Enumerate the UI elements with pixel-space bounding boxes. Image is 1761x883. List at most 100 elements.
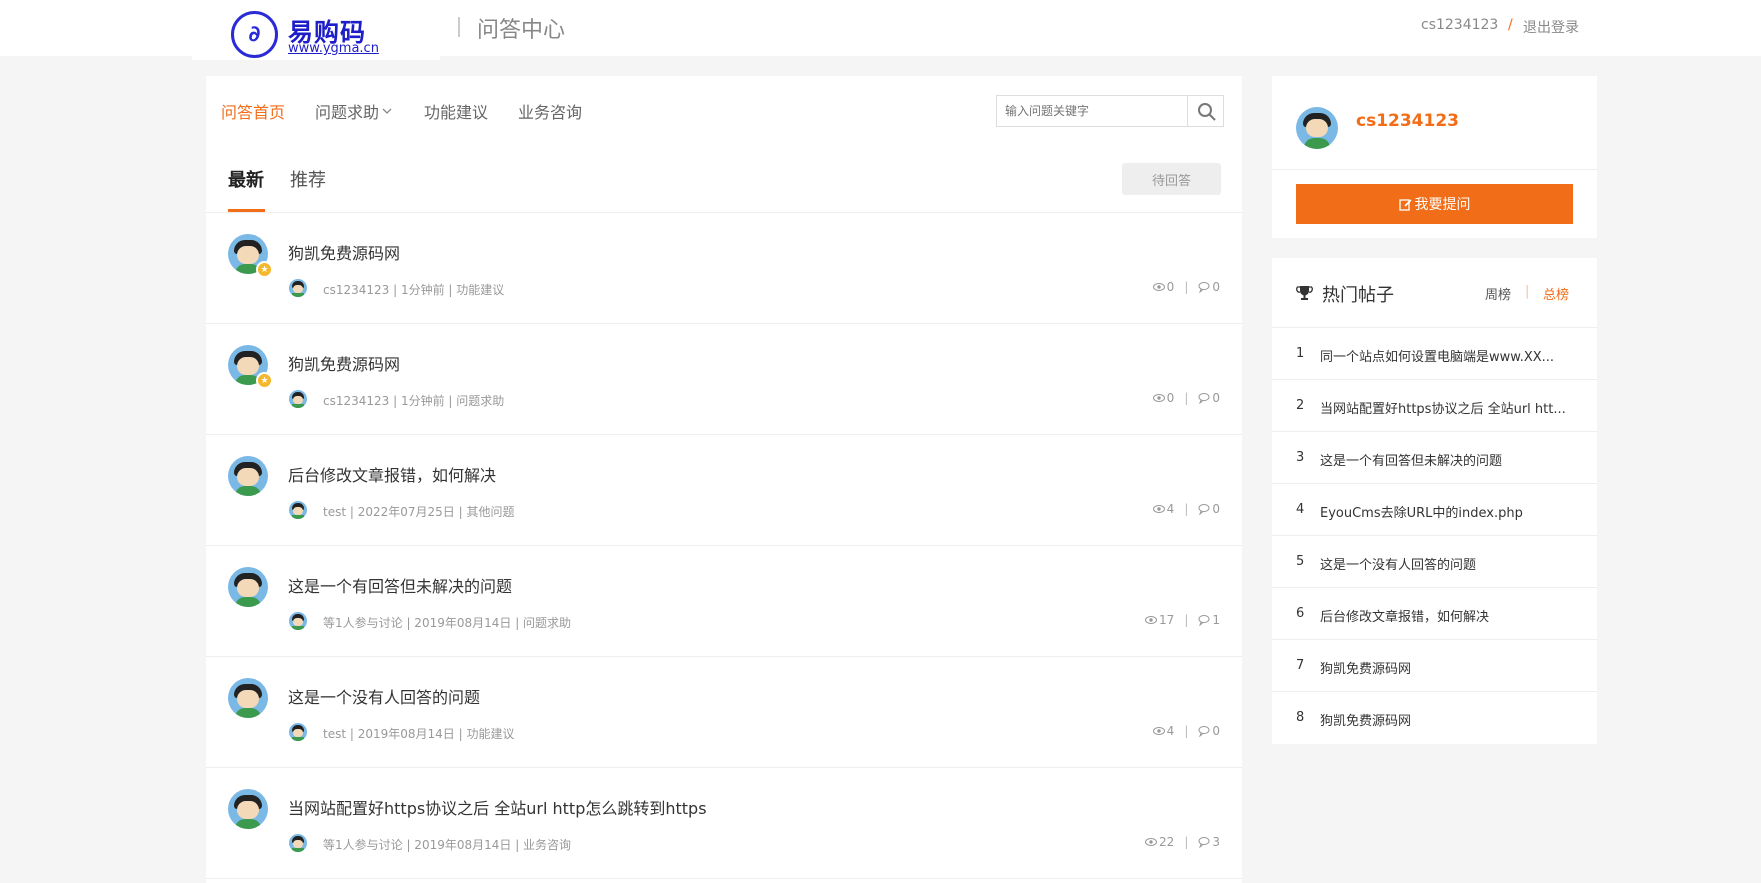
question-row[interactable]: 当网站配置好https协议之后 全站url http怎么跳转到https 等1人… <box>206 768 1242 879</box>
hot-post-item[interactable]: 6 后台修改文章报错，如何解决 <box>1272 588 1597 640</box>
view-count: 17 <box>1159 613 1175 627</box>
eye-icon <box>1152 283 1165 291</box>
question-row[interactable]: ★ 狗凯免费源码网 cs1234123 | 1分钟前 | 问题求助 0 | 0 <box>206 324 1242 435</box>
question-row[interactable]: 后台修改文章报错，如何解决 test | 2022年07月25日 | 其他问题 … <box>206 435 1242 546</box>
answer-count: 0 <box>1212 502 1220 516</box>
hot-post-item[interactable]: 4 EyouCms去除URL中的index.php <box>1272 484 1597 536</box>
nav-consult[interactable]: 业务咨询 <box>518 99 582 123</box>
question-meta: 等1人参与讨论 | 2019年08月14日 | 业务咨询 <box>323 838 572 852</box>
hot-post-title[interactable]: 这是一个有回答但未解决的问题 <box>1320 450 1575 469</box>
eye-icon <box>1145 838 1158 846</box>
view-count: 4 <box>1166 724 1175 738</box>
header-divider <box>458 17 460 37</box>
logo[interactable]: ∂ 易购码 www.ygma.cn <box>192 0 440 60</box>
hot-post-title[interactable]: 同一个站点如何设置电脑端是www.XX... <box>1320 346 1575 365</box>
tab-latest[interactable]: 最新 <box>228 166 264 192</box>
question-title[interactable]: 这是一个有回答但未解决的问题 <box>288 573 512 597</box>
avatar <box>289 279 307 297</box>
search-button[interactable] <box>1187 96 1223 126</box>
logout-link[interactable]: 退出登录 <box>1523 17 1579 37</box>
page-section-title[interactable]: 问答中心 <box>477 12 565 44</box>
top-username-link[interactable]: cs1234123 <box>1421 17 1498 33</box>
question-row[interactable]: ★ 狗凯免费源码网 cs1234123 | 1分钟前 | 功能建议 0 | 0 <box>206 213 1242 324</box>
hot-post-item[interactable]: 3 这是一个有回答但未解决的问题 <box>1272 432 1597 484</box>
rank-number: 4 <box>1296 502 1305 517</box>
pending-answer-button[interactable]: 待回答 <box>1122 163 1221 195</box>
avatar <box>289 612 307 630</box>
question-stats: 4 | 0 <box>1152 502 1220 516</box>
question-title[interactable]: 狗凯免费源码网 <box>288 240 400 264</box>
question-stats: 17 | 1 <box>1145 613 1220 627</box>
avatar <box>289 390 307 408</box>
comment-icon <box>1198 726 1210 737</box>
question-meta: cs1234123 | 1分钟前 | 问题求助 <box>323 394 505 408</box>
rank-number: 7 <box>1296 658 1305 673</box>
view-count: 22 <box>1159 835 1175 849</box>
comment-icon <box>1198 837 1210 848</box>
avatar <box>289 723 307 741</box>
question-title[interactable]: 后台修改文章报错，如何解决 <box>288 462 496 486</box>
chevron-down-icon <box>382 108 392 114</box>
avatar[interactable] <box>228 567 268 607</box>
logo-icon: ∂ <box>231 11 278 58</box>
search-input[interactable] <box>997 96 1187 126</box>
hot-post-title[interactable]: 狗凯免费源码网 <box>1320 710 1575 729</box>
avatar[interactable] <box>228 789 268 829</box>
question-meta: test | 2019年08月14日 | 功能建议 <box>323 727 515 741</box>
eye-icon <box>1152 394 1165 402</box>
hot-post-item[interactable]: 2 当网站配置好https协议之后 全站url htt... <box>1272 380 1597 432</box>
question-meta: cs1234123 | 1分钟前 | 功能建议 <box>323 283 505 297</box>
rank-number: 3 <box>1296 450 1305 465</box>
rank-number: 2 <box>1296 398 1305 413</box>
ask-question-button[interactable]: 我要提问 <box>1296 184 1573 224</box>
nav-help-label: 问题求助 <box>315 103 380 122</box>
tab-total-rank[interactable]: 总榜 <box>1543 284 1569 303</box>
hot-post-item[interactable]: 1 同一个站点如何设置电脑端是www.XX... <box>1272 328 1597 380</box>
nav-suggestion[interactable]: 功能建议 <box>424 99 488 123</box>
hot-post-title[interactable]: 狗凯免费源码网 <box>1320 658 1575 677</box>
hot-posts-title: 热门帖子 <box>1322 285 1394 306</box>
hot-posts-header: 热门帖子 周榜 | 总榜 <box>1272 258 1597 328</box>
hot-post-title[interactable]: 后台修改文章报错，如何解决 <box>1320 606 1575 625</box>
logo-url[interactable]: www.ygma.cn <box>288 41 379 56</box>
divider <box>1272 169 1597 170</box>
hot-post-item[interactable]: 7 狗凯免费源码网 <box>1272 640 1597 692</box>
hot-post-title[interactable]: 当网站配置好https协议之后 全站url htt... <box>1320 398 1575 417</box>
search-icon <box>1198 103 1216 121</box>
avatar[interactable] <box>228 456 268 496</box>
avatar[interactable] <box>1296 107 1338 149</box>
top-separator: / <box>1508 17 1513 33</box>
user-name[interactable]: cs1234123 <box>1356 111 1459 131</box>
hot-post-title[interactable]: 这是一个没有人回答的问题 <box>1320 554 1575 573</box>
ask-question-label: 我要提问 <box>1414 197 1471 213</box>
comment-icon <box>1198 504 1210 515</box>
trophy-icon <box>1296 286 1313 300</box>
avatar[interactable] <box>228 678 268 718</box>
answer-count: 0 <box>1212 391 1220 405</box>
answer-count: 0 <box>1212 724 1220 738</box>
hot-post-item[interactable]: 5 这是一个没有人回答的问题 <box>1272 536 1597 588</box>
question-title[interactable]: 当网站配置好https协议之后 全站url http怎么跳转到https <box>288 795 707 819</box>
question-title[interactable]: 这是一个没有人回答的问题 <box>288 684 480 708</box>
hot-post-title[interactable]: EyouCms去除URL中的index.php <box>1320 502 1575 521</box>
answer-count: 1 <box>1212 613 1220 627</box>
question-row[interactable]: 这是一个没有人回答的问题 test | 2019年08月14日 | 功能建议 4… <box>206 657 1242 768</box>
hot-post-item[interactable]: 8 狗凯免费源码网 <box>1272 692 1597 744</box>
eye-icon <box>1145 616 1158 624</box>
tab-weekly-rank[interactable]: 周榜 <box>1485 284 1511 303</box>
nav-home[interactable]: 问答首页 <box>221 99 285 123</box>
avatar <box>289 501 307 519</box>
question-list-panel: 问答首页 问题求助 功能建议 业务咨询 最新 推荐 待回答 ★ 狗凯免费源码网 … <box>206 76 1242 883</box>
eye-icon <box>1152 727 1165 735</box>
hot-posts-card: 热门帖子 周榜 | 总榜 1 同一个站点如何设置电脑端是www.XX... 2 当网… <box>1272 258 1597 744</box>
rank-separator: | <box>1525 284 1530 299</box>
question-row[interactable]: 这是一个有回答但未解决的问题 等1人参与讨论 | 2019年08月14日 | 问… <box>206 546 1242 657</box>
tab-recommended[interactable]: 推荐 <box>290 166 326 192</box>
medal-badge-icon: ★ <box>256 261 273 278</box>
rank-number: 5 <box>1296 554 1305 569</box>
nav-help[interactable]: 问题求助 <box>315 99 392 123</box>
answer-count: 3 <box>1212 835 1220 849</box>
search-box <box>996 95 1224 127</box>
question-title[interactable]: 狗凯免费源码网 <box>288 351 400 375</box>
comment-icon <box>1198 282 1210 293</box>
